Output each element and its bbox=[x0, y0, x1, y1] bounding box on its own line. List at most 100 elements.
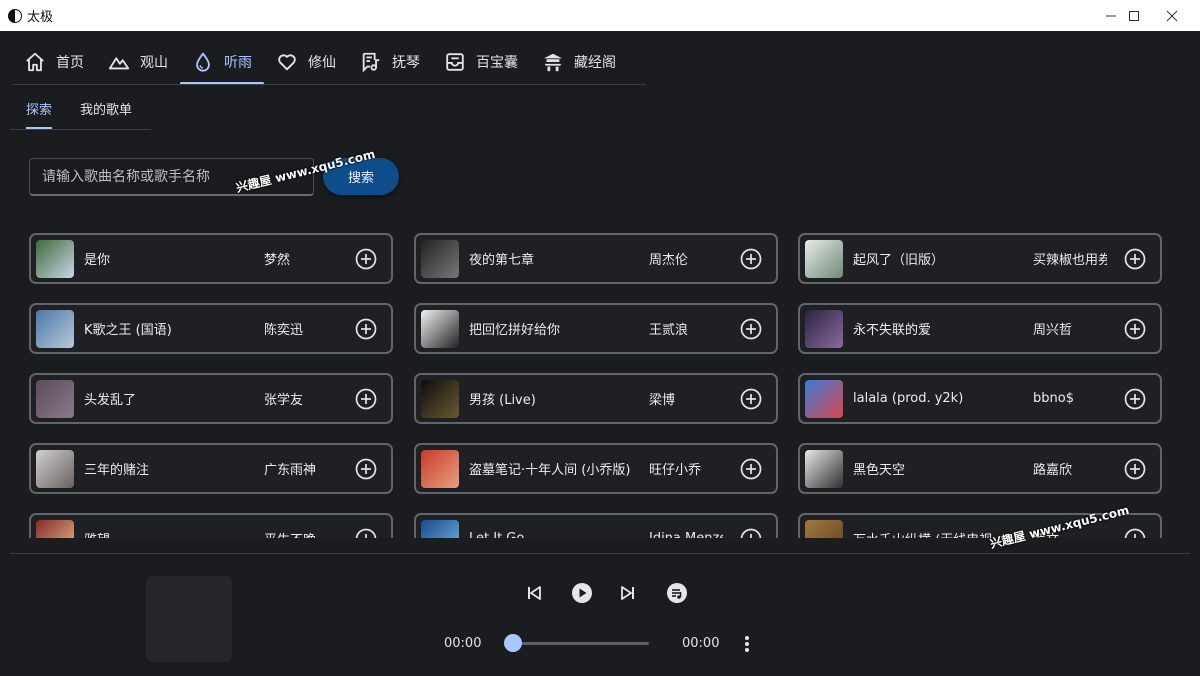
add-circle-icon bbox=[1124, 388, 1146, 410]
song-card[interactable]: 夜的第七章 周杰伦 bbox=[414, 233, 778, 284]
song-card[interactable]: 起风了（旧版） 买辣椒也用券 bbox=[798, 233, 1162, 284]
nav-item-cultivate[interactable]: 修仙 bbox=[264, 40, 348, 84]
skip-next-icon bbox=[621, 586, 634, 600]
add-circle-icon bbox=[740, 528, 762, 538]
song-title: 盗墓笔记·十年人间 (小乔版) bbox=[469, 463, 631, 478]
add-circle-icon bbox=[355, 318, 377, 340]
add-song-button[interactable] bbox=[1124, 458, 1146, 480]
song-cover bbox=[421, 239, 459, 278]
add-circle-icon bbox=[1124, 248, 1146, 270]
add-song-button[interactable] bbox=[1124, 248, 1146, 270]
nav-item-home[interactable]: 首页 bbox=[12, 40, 96, 84]
app-logo-icon bbox=[8, 8, 22, 23]
song-artist: 陈奕迅 bbox=[264, 323, 304, 338]
song-artist: 梦然 bbox=[264, 253, 291, 268]
close-button[interactable] bbox=[1149, 0, 1195, 31]
add-song-button[interactable] bbox=[1124, 528, 1146, 538]
nav-label: 修仙 bbox=[308, 55, 336, 71]
song-card[interactable]: 永不失联的爱 周兴哲 bbox=[798, 303, 1162, 354]
song-cover bbox=[36, 379, 74, 418]
song-title: 夜的第七章 bbox=[469, 253, 535, 268]
song-card[interactable]: Let It Go Idina Menzel bbox=[414, 513, 778, 538]
play-button[interactable] bbox=[570, 581, 594, 605]
song-title: 永不失联的爱 bbox=[853, 323, 932, 338]
nav-label: 观山 bbox=[140, 55, 168, 71]
add-circle-icon bbox=[1124, 318, 1146, 340]
song-card[interactable]: 雅望平生不晚 bbox=[29, 513, 393, 538]
song-title: 把回忆拼好给你 bbox=[469, 323, 561, 338]
add-song-button[interactable] bbox=[740, 388, 762, 410]
add-circle-icon bbox=[1124, 528, 1146, 538]
song-artist: 周兴哲 bbox=[1033, 323, 1073, 338]
total-time: 00:00 bbox=[682, 636, 720, 651]
play-icon bbox=[572, 583, 592, 603]
title-bar: 太极 bbox=[0, 0, 1200, 31]
song-artist: 平生不晚 bbox=[264, 529, 338, 538]
mountain-icon bbox=[108, 57, 130, 70]
next-button[interactable] bbox=[618, 583, 638, 603]
song-card[interactable]: 三年的赌注 广东雨神 bbox=[29, 443, 393, 494]
heart-icon bbox=[278, 54, 296, 71]
add-song-button[interactable] bbox=[355, 388, 377, 410]
song-artist: 王贰浪 bbox=[649, 323, 689, 338]
nav-label: 抚琴 bbox=[392, 55, 420, 71]
now-playing-cover bbox=[146, 576, 232, 662]
nav-item-mountain[interactable]: 观山 bbox=[96, 40, 180, 84]
tab-my-playlist[interactable]: 我的歌单 bbox=[66, 88, 146, 128]
add-song-button[interactable] bbox=[355, 248, 377, 270]
song-cover bbox=[805, 519, 843, 538]
tab-explore[interactable]: 探索 bbox=[12, 88, 66, 129]
current-time: 00:00 bbox=[444, 636, 482, 651]
main-nav: 首页 观山 听雨 修仙 抚琴 百宝囊 藏经阁 bbox=[12, 40, 628, 85]
song-card[interactable]: 男孩 (Live) 梁博 bbox=[414, 373, 778, 424]
song-card[interactable]: lalala (prod. y2k) bbno$ bbox=[798, 373, 1162, 424]
add-song-button[interactable] bbox=[740, 318, 762, 340]
nav-item-library[interactable]: 藏经阁 bbox=[530, 40, 628, 84]
song-artist: 周杰伦 bbox=[649, 253, 689, 268]
song-cover bbox=[421, 379, 459, 418]
song-cover bbox=[36, 449, 74, 488]
add-song-button[interactable] bbox=[355, 528, 377, 538]
add-song-button[interactable] bbox=[740, 458, 762, 480]
song-cover bbox=[805, 309, 843, 348]
song-cover bbox=[805, 379, 843, 418]
nav-label: 藏经阁 bbox=[574, 55, 616, 71]
song-card[interactable]: 黑色天空 路嘉欣 bbox=[798, 443, 1162, 494]
song-cover bbox=[36, 239, 74, 278]
nav-item-treasure[interactable]: 百宝囊 bbox=[432, 40, 530, 84]
subtab-divider bbox=[10, 129, 151, 130]
add-song-button[interactable] bbox=[355, 318, 377, 340]
close-icon bbox=[1166, 10, 1178, 21]
playlist-button[interactable] bbox=[665, 581, 689, 605]
add-circle-icon bbox=[740, 248, 762, 270]
song-card[interactable]: 头发乱了 张学友 bbox=[29, 373, 393, 424]
song-artist: Idina Menzel bbox=[649, 531, 723, 538]
add-song-button[interactable] bbox=[1124, 388, 1146, 410]
player-divider bbox=[10, 553, 1190, 554]
song-card[interactable]: 是你 梦然 bbox=[29, 233, 393, 284]
song-card[interactable]: 把回忆拼好给你 王贰浪 bbox=[414, 303, 778, 354]
progress-thumb[interactable] bbox=[504, 634, 522, 652]
song-artist: 买辣椒也用券 bbox=[1033, 253, 1107, 268]
song-card[interactable]: K歌之王 (国语) 陈奕迅 bbox=[29, 303, 393, 354]
more-vertical-icon bbox=[745, 636, 749, 652]
nav-item-lyrics[interactable]: 抚琴 bbox=[348, 40, 432, 84]
song-card[interactable]: 盗墓笔记·十年人间 (小乔版) 旺仔小乔 bbox=[414, 443, 778, 494]
song-cover bbox=[36, 519, 74, 538]
song-cover bbox=[805, 239, 843, 278]
song-artist: 广东雨神 bbox=[264, 463, 317, 478]
add-song-button[interactable] bbox=[740, 528, 762, 538]
queue-music-icon bbox=[667, 583, 687, 603]
song-artist: bbno$ bbox=[1033, 391, 1074, 406]
progress-track[interactable] bbox=[513, 642, 649, 645]
add-song-button[interactable] bbox=[355, 458, 377, 480]
song-artist: 旺仔小乔 bbox=[649, 463, 702, 478]
add-song-button[interactable] bbox=[740, 248, 762, 270]
add-circle-icon bbox=[355, 388, 377, 410]
more-options-button[interactable] bbox=[737, 633, 757, 655]
song-cover bbox=[421, 519, 459, 538]
song-title: 黑色天空 bbox=[853, 463, 906, 478]
nav-item-rain[interactable]: 听雨 bbox=[180, 40, 264, 85]
previous-button[interactable] bbox=[524, 583, 544, 603]
add-song-button[interactable] bbox=[1124, 318, 1146, 340]
